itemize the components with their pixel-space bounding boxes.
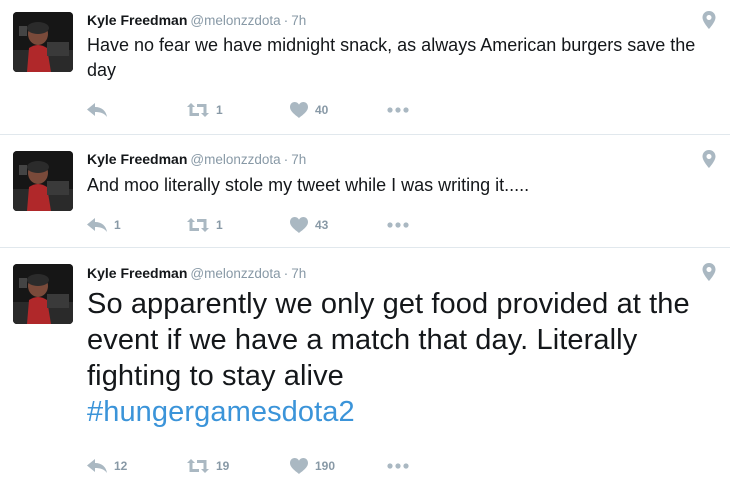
retweet-count: 1 xyxy=(216,218,223,232)
reply-button[interactable] xyxy=(87,100,114,120)
reply-button[interactable]: 1 xyxy=(87,215,121,235)
avatar-image xyxy=(13,12,73,72)
avatar[interactable] xyxy=(13,151,73,211)
like-button[interactable]: 43 xyxy=(290,215,328,235)
tweet-timestamp[interactable]: 7h xyxy=(291,13,306,28)
author-handle[interactable]: @melonzzdota xyxy=(190,13,280,28)
author-name[interactable]: Kyle Freedman xyxy=(87,151,187,167)
more-button[interactable] xyxy=(387,215,409,235)
heart-icon xyxy=(290,102,308,118)
avatar[interactable] xyxy=(13,264,73,324)
heart-icon xyxy=(290,458,308,474)
separator-dot: · xyxy=(283,265,289,281)
author-handle[interactable]: @melonzzdota xyxy=(190,266,280,281)
retweet-count: 1 xyxy=(216,103,223,117)
avatar-image xyxy=(13,264,73,324)
tweet[interactable]: Kyle Freedman @melonzzdota · 7h And moo lit… xyxy=(0,135,730,247)
tweet-header: Kyle Freedman @melonzzdota · 7h xyxy=(87,12,306,29)
tweet[interactable]: Kyle Freedman @melonzzdota · 7h So apparent… xyxy=(0,248,730,480)
hashtag-link[interactable]: #hungergamesdota2 xyxy=(87,394,707,430)
tweet-actions: 12 19 190 xyxy=(87,456,447,476)
heart-icon xyxy=(290,217,308,233)
avatar[interactable] xyxy=(13,12,73,72)
tweet-header: Kyle Freedman @melonzzdota · 7h xyxy=(87,151,306,168)
reply-icon xyxy=(87,459,107,473)
author-name[interactable]: Kyle Freedman xyxy=(87,265,187,281)
author-handle[interactable]: @melonzzdota xyxy=(190,152,280,167)
tweet-timestamp[interactable]: 7h xyxy=(291,152,306,167)
reply-icon xyxy=(87,103,107,117)
reply-count: 12 xyxy=(114,459,128,473)
avatar-image xyxy=(13,151,73,211)
reply-icon xyxy=(87,218,107,232)
retweet-icon xyxy=(187,459,209,473)
more-button[interactable] xyxy=(387,100,409,120)
retweet-icon xyxy=(187,218,209,232)
tweet-header: Kyle Freedman @melonzzdota · 7h xyxy=(87,265,306,282)
tweet-timestamp[interactable]: 7h xyxy=(291,266,306,281)
reply-count: 1 xyxy=(114,218,121,232)
like-count: 43 xyxy=(315,218,329,232)
more-icon xyxy=(387,463,409,469)
reply-button[interactable]: 12 xyxy=(87,456,127,476)
tweet-text: Have no fear we have midnight snack, as … xyxy=(87,35,696,80)
retweet-button[interactable]: 1 xyxy=(187,100,223,120)
tweet-text: And moo literally stole my tweet while I… xyxy=(87,175,530,195)
location-pin-icon[interactable] xyxy=(702,263,716,281)
like-count: 190 xyxy=(315,459,336,473)
tweet[interactable]: Kyle Freedman @melonzzdota · 7h Have no fea… xyxy=(0,0,730,135)
tweet-actions: 1 40 xyxy=(87,100,447,120)
separator-dot: · xyxy=(283,12,289,28)
separator-dot: · xyxy=(283,151,289,167)
author-name[interactable]: Kyle Freedman xyxy=(87,12,187,28)
like-button[interactable]: 190 xyxy=(290,456,335,476)
more-icon xyxy=(387,107,409,113)
more-icon xyxy=(387,222,409,228)
like-button[interactable]: 40 xyxy=(290,100,328,120)
location-pin-icon[interactable] xyxy=(702,150,716,168)
tweet-body: So apparently we only get food provided … xyxy=(87,288,690,392)
retweet-icon xyxy=(187,103,209,117)
more-button[interactable] xyxy=(387,456,409,476)
like-count: 40 xyxy=(315,103,329,117)
location-pin-icon[interactable] xyxy=(702,11,716,29)
tweet-text: So apparently we only get food provided … xyxy=(87,286,707,430)
retweet-button[interactable]: 19 xyxy=(187,456,229,476)
retweet-count: 19 xyxy=(216,459,230,473)
tweet-actions: 1 1 43 xyxy=(87,215,447,235)
retweet-button[interactable]: 1 xyxy=(187,215,223,235)
